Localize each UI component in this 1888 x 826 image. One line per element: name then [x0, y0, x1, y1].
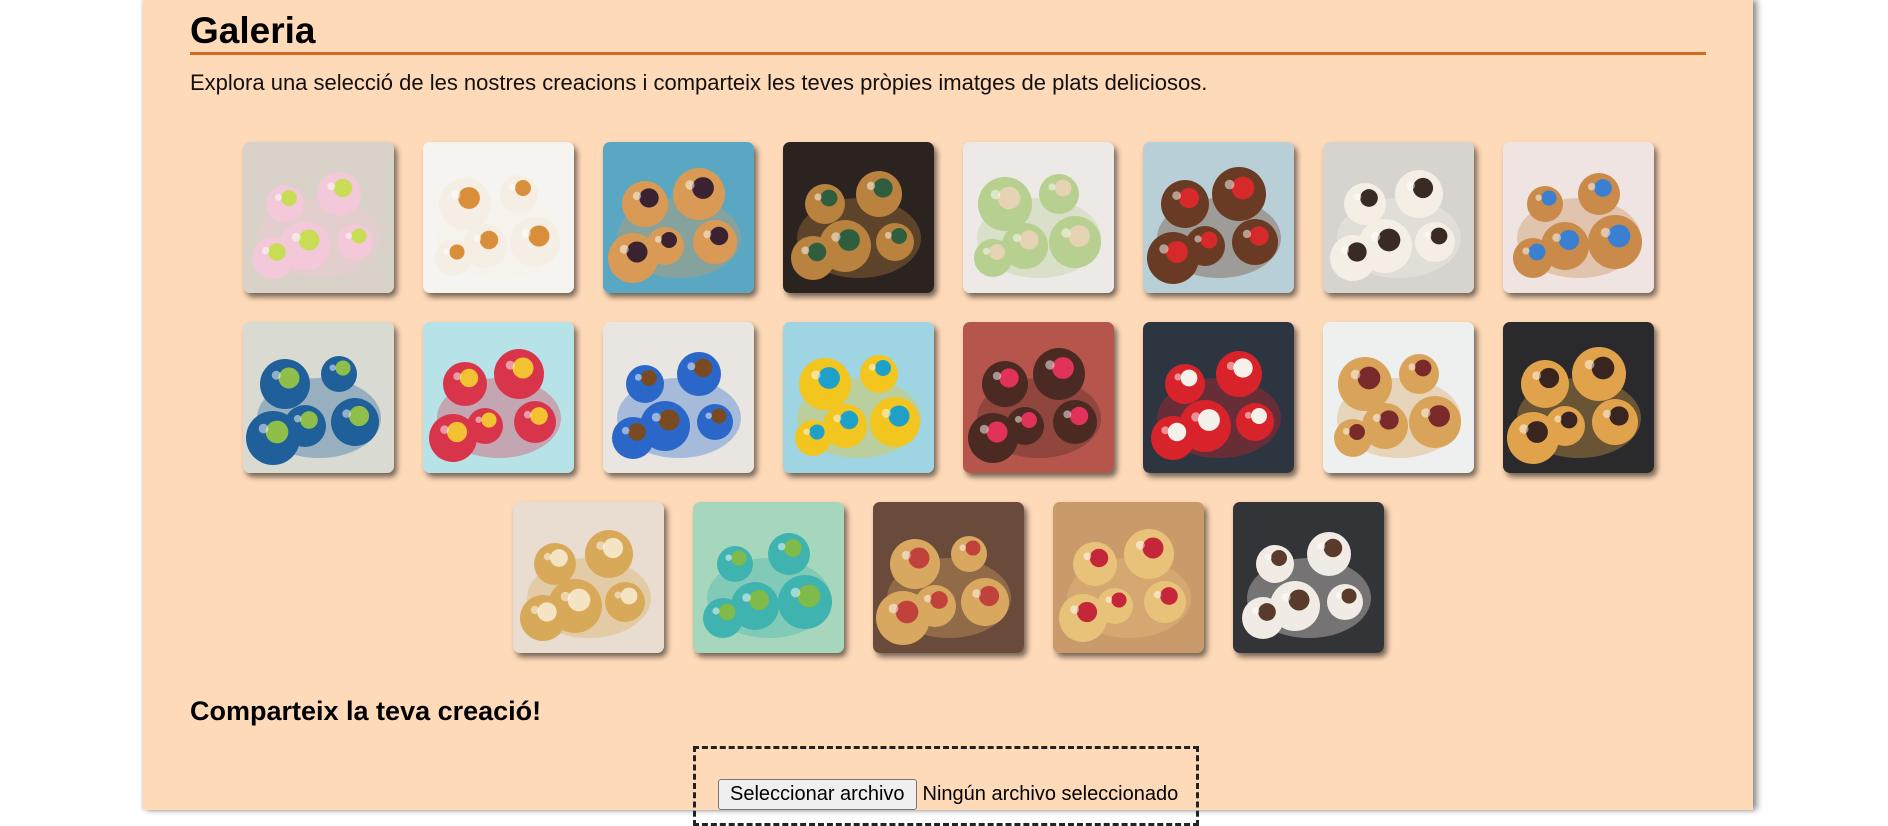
gallery-image-tiramisu-slice-art: [1232, 502, 1384, 653]
gallery-image-panda-bear-buns-art: [242, 142, 394, 293]
gallery-image-succulent-cupcakes-art: [692, 502, 844, 653]
gallery-image-taiyaki-fish-cakes[interactable]: [602, 142, 754, 293]
gallery-image-cat-buns-art: [422, 142, 574, 293]
gallery-image-christmas-tree-cookies-art: [962, 142, 1114, 293]
gallery-image-vegetable-puff-pastries-art: [872, 502, 1024, 653]
gallery-image-raspberry-puff-pastries-art: [1052, 502, 1204, 653]
gallery-title: Galeria: [190, 0, 1706, 55]
gallery-image-mooncakes[interactable]: [782, 142, 934, 293]
gallery-image-heart-layer-cake[interactable]: [1142, 322, 1294, 473]
gallery-image-raspberry-brownies[interactable]: [962, 322, 1114, 473]
gallery-image-tiramisu-slice[interactable]: [1232, 502, 1384, 653]
gallery-image-teddy-bear-cakes-art: [1502, 142, 1654, 293]
gallery-image-blue-glazed-donut[interactable]: [242, 322, 394, 473]
file-status: Ningún archivo seleccionado: [922, 783, 1179, 805]
select-file-button[interactable]: Seleccionar archivo: [718, 779, 917, 810]
gallery-image-teddy-bear-cakes[interactable]: [1502, 142, 1654, 293]
gallery-image-cat-buns[interactable]: [422, 142, 574, 293]
gallery-image-taiyaki-fish-cakes-art: [602, 142, 754, 293]
gallery-image-cookie-monster-cupcakes-art: [602, 322, 754, 473]
gallery-intro: Explora una selecció de les nostres crea…: [190, 70, 1208, 95]
gallery-image-spider-cookies[interactable]: [1502, 322, 1654, 473]
gallery-image-reindeer-cupcakes-art: [1142, 142, 1294, 293]
gallery-image-snowman-cakes-art: [1322, 142, 1474, 293]
gallery-image-snowman-cakes[interactable]: [1322, 142, 1474, 293]
gallery-image-reindeer-cupcakes[interactable]: [1142, 142, 1294, 293]
gallery-image-panda-bear-buns[interactable]: [242, 142, 394, 293]
gallery-image-raspberry-puff-pastries[interactable]: [1052, 502, 1204, 653]
gallery-image-puff-pastry-tart[interactable]: [512, 502, 664, 653]
gallery-row: [190, 322, 1706, 473]
gallery-image-vegetable-puff-pastries[interactable]: [872, 502, 1024, 653]
gallery-row: [190, 142, 1706, 293]
gallery-image-mummy-pastries-art: [1322, 322, 1474, 473]
gallery-image-cookie-monster-cupcakes[interactable]: [602, 322, 754, 473]
image-gallery: [190, 142, 1706, 682]
gallery-row: [190, 502, 1706, 653]
gallery-image-minion-cupcakes-art: [782, 322, 934, 473]
page-container: Galeria Explora una selecció de les nost…: [143, 0, 1753, 826]
gallery-image-spider-cookies-art: [1502, 322, 1654, 473]
gallery-image-christmas-tree-cookies[interactable]: [962, 142, 1114, 293]
gallery-image-minion-cupcakes[interactable]: [782, 322, 934, 473]
gallery-image-heart-layer-cake-art: [1142, 322, 1294, 473]
file-input[interactable]: Seleccionar archivo Ningún archivo selec…: [718, 779, 1178, 810]
gallery-image-mummy-pastries[interactable]: [1322, 322, 1474, 473]
gallery-image-succulent-cupcakes[interactable]: [692, 502, 844, 653]
upload-dropzone[interactable]: Seleccionar archivo Ningún archivo selec…: [693, 746, 1199, 826]
gallery-image-raspberry-brownies-art: [962, 322, 1114, 473]
gallery-image-watermelon-donut[interactable]: [422, 322, 574, 473]
gallery-image-watermelon-donut-art: [422, 322, 574, 473]
gallery-section: Galeria Explora una selecció de les nost…: [190, 0, 1706, 826]
gallery-image-blue-glazed-donut-art: [242, 322, 394, 473]
gallery-image-mooncakes-art: [782, 142, 934, 293]
share-title: Comparteix la teva creació!: [190, 696, 542, 726]
gallery-image-puff-pastry-tart-art: [512, 502, 664, 653]
